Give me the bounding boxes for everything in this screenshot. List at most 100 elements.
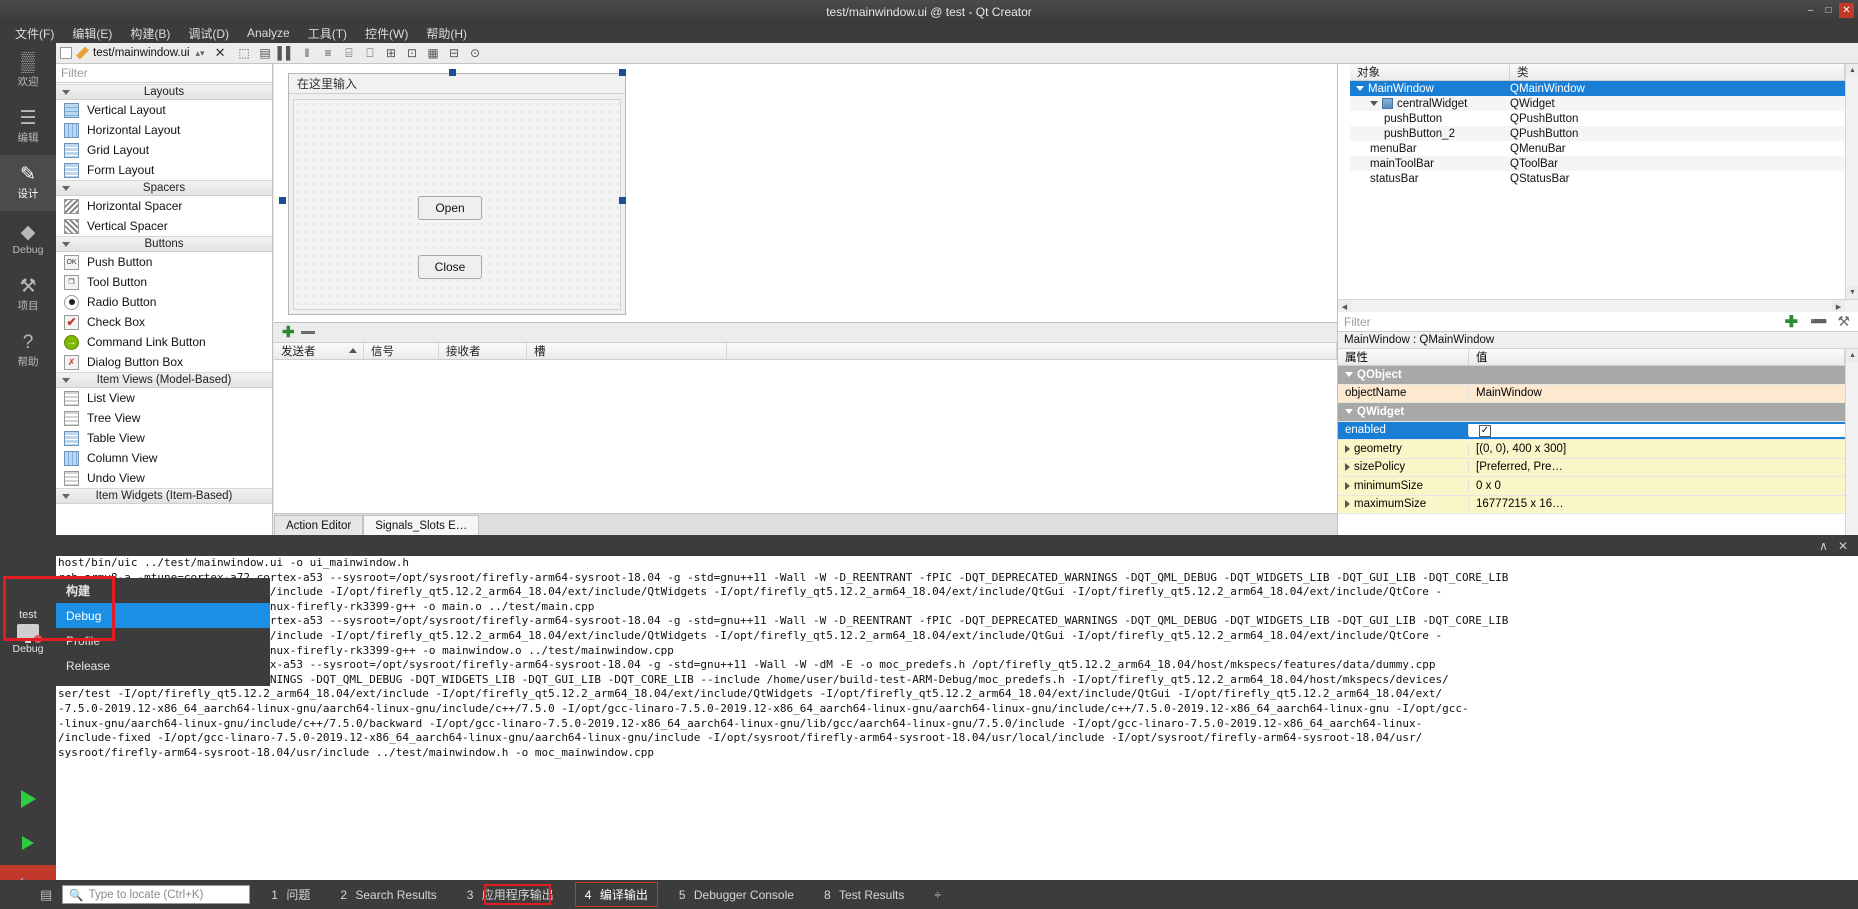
- designer-tool-0-icon[interactable]: ⬚: [234, 45, 253, 62]
- widget-group-2[interactable]: Buttons: [56, 236, 272, 252]
- designer-tool-9-icon[interactable]: ▦: [423, 45, 442, 62]
- object-tree-row-pushButton[interactable]: pushButton QPushButton: [1350, 111, 1845, 126]
- widget-group-1[interactable]: Spacers: [56, 180, 272, 196]
- mode-Debug[interactable]: ◆ Debug: [0, 211, 56, 267]
- chevron-right-icon[interactable]: [1345, 445, 1350, 453]
- remove-connection-icon[interactable]: [301, 331, 315, 334]
- property-scroll-up-arrow[interactable]: ▲: [1846, 349, 1858, 362]
- property-value[interactable]: 0 x 0: [1476, 480, 1501, 492]
- form-design-canvas[interactable]: 在这里输入 Open Close: [274, 64, 1337, 322]
- widget-group-3[interactable]: Item Views (Model-Based): [56, 372, 272, 388]
- kit-target-selector[interactable]: test Debug: [0, 578, 56, 686]
- chevron-right-icon[interactable]: [1345, 500, 1350, 508]
- menu-item-5[interactable]: 工具(T): [299, 23, 356, 44]
- chevron-right-icon[interactable]: [1345, 482, 1350, 490]
- object-tree-row-MainWindow[interactable]: MainWindow QMainWindow: [1350, 81, 1845, 96]
- property-value[interactable]: [Preferred, Pre…: [1476, 461, 1563, 473]
- object-tree-row-centralWidget[interactable]: centralWidget QWidget: [1350, 96, 1845, 111]
- widget-item-radio-button-icon[interactable]: Radio Button: [56, 292, 272, 312]
- mode-项目[interactable]: ⚒ 项目: [0, 267, 56, 323]
- widget-item-form-layout-icon[interactable]: Form Layout: [56, 160, 272, 180]
- widget-item-tool-button-icon[interactable]: ❐ Tool Button: [56, 272, 272, 292]
- object-tree-row-statusBar[interactable]: statusBar QStatusBar: [1350, 171, 1845, 186]
- object-tree-col-class[interactable]: 类: [1510, 64, 1845, 80]
- mode-欢迎[interactable]: ▒ 欢迎: [0, 43, 56, 99]
- object-tree-hscrollbar[interactable]: ◀ ▶: [1338, 299, 1858, 312]
- property-filter-input[interactable]: Filter: [1338, 315, 1779, 329]
- designer-tool-3-icon[interactable]: ‖: [297, 45, 316, 62]
- property-row-maximumSize[interactable]: maximumSize 16777215 x 16…: [1338, 496, 1845, 515]
- designer-tool-11-icon[interactable]: ⊙: [465, 45, 484, 62]
- widget-item-table-view-icon[interactable]: Table View: [56, 428, 272, 448]
- menu-item-1[interactable]: 编辑(E): [63, 23, 121, 44]
- form-central-widget[interactable]: Open Close: [293, 99, 621, 310]
- designer-tool-4-icon[interactable]: ≡: [318, 45, 337, 62]
- chevron-right-icon[interactable]: [1345, 463, 1350, 471]
- menu-item-4[interactable]: Analyze: [238, 24, 299, 42]
- widget-item-column-view-icon[interactable]: Column View: [56, 448, 272, 468]
- build-config-list[interactable]: 构建DebugProfileRelease: [56, 578, 270, 686]
- widget-item-horizontal-spacer-icon[interactable]: Horizontal Spacer: [56, 196, 272, 216]
- object-tree-rows[interactable]: MainWindow QMainWindow centralWidget QWi…: [1350, 81, 1845, 186]
- open-file-name[interactable]: test/mainwindow.ui: [93, 47, 190, 59]
- mode-设计[interactable]: ✎ 设计: [0, 155, 56, 211]
- remove-property-icon[interactable]: ➖: [1804, 313, 1833, 330]
- signal-slot-table-body[interactable]: [274, 360, 1337, 500]
- widget-item-tree-view-icon[interactable]: Tree View: [56, 408, 272, 428]
- build-config-Release[interactable]: Release: [56, 653, 270, 678]
- main-window-form[interactable]: 在这里输入 Open Close: [288, 73, 626, 315]
- close-document-icon[interactable]: ✕: [215, 45, 226, 61]
- output-tab-Debugger Console[interactable]: 5 Debugger Console: [670, 885, 803, 905]
- object-tree-row-pushButton_2[interactable]: pushButton_2 QPushButton: [1350, 126, 1845, 141]
- property-value[interactable]: [(0, 0), 400 x 300]: [1476, 443, 1566, 455]
- property-row-sizePolicy[interactable]: sizePolicy [Preferred, Pre…: [1338, 459, 1845, 478]
- output-tab-Test Results[interactable]: 8 Test Results: [815, 885, 913, 905]
- close-button[interactable]: ✕: [1839, 3, 1854, 18]
- signal-column-3[interactable]: 槽: [527, 343, 727, 359]
- resize-handle-left[interactable]: [279, 197, 286, 204]
- signal-column-1[interactable]: 信号: [364, 343, 439, 359]
- maximize-button[interactable]: □: [1821, 3, 1836, 18]
- property-value[interactable]: MainWindow: [1476, 387, 1542, 399]
- file-dropdown-icon[interactable]: ▴▾: [196, 48, 205, 59]
- collapse-output-icon[interactable]: ∧: [1819, 539, 1828, 553]
- output-tab-Search Results[interactable]: 2 Search Results: [331, 885, 445, 905]
- output-tab-问题[interactable]: 1 问题: [262, 883, 319, 906]
- property-col-key[interactable]: 属性: [1338, 349, 1469, 365]
- widget-item-vertical-layout-icon[interactable]: Vertical Layout: [56, 100, 272, 120]
- object-tree-vscrollbar[interactable]: ▲ ▼: [1845, 64, 1858, 312]
- property-value[interactable]: 16777215 x 16…: [1476, 498, 1564, 510]
- mode-编辑[interactable]: ☰ 编辑: [0, 99, 56, 155]
- enabled-checkbox[interactable]: ✓: [1479, 425, 1491, 437]
- signal-column-2[interactable]: 接收者: [439, 343, 527, 359]
- resize-handle-top-right[interactable]: [619, 69, 626, 76]
- widget-item-vertical-spacer-icon[interactable]: Vertical Spacer: [56, 216, 272, 236]
- designer-tab-0[interactable]: Action Editor: [274, 515, 363, 535]
- property-row-objectName[interactable]: objectName MainWindow: [1338, 385, 1845, 404]
- designer-tool-2-icon[interactable]: ▌▌: [276, 45, 295, 62]
- widget-box-filter[interactable]: Filter: [56, 64, 272, 83]
- build-config-Profile[interactable]: Profile: [56, 628, 270, 653]
- widget-item-horizontal-layout-icon[interactable]: Horizontal Layout: [56, 120, 272, 140]
- designer-tool-1-icon[interactable]: ▤: [255, 45, 274, 62]
- minimize-button[interactable]: –: [1803, 3, 1818, 18]
- menu-item-2[interactable]: 构建(B): [121, 23, 179, 44]
- object-tree-col-object[interactable]: 对象: [1350, 64, 1510, 80]
- scroll-up-arrow[interactable]: ▲: [1846, 64, 1858, 77]
- widget-item-grid-layout-icon[interactable]: Grid Layout: [56, 140, 272, 160]
- split-view-icon[interactable]: [60, 47, 72, 59]
- property-row-QObject[interactable]: QObject: [1338, 366, 1845, 385]
- property-table-rows[interactable]: QObject objectName MainWindow QWidget en…: [1338, 366, 1845, 514]
- designer-tool-7-icon[interactable]: ⊞: [381, 45, 400, 62]
- designer-tool-5-icon[interactable]: ⌸: [339, 45, 358, 62]
- widget-item-undo-view-icon[interactable]: Undo View: [56, 468, 272, 488]
- build-config-Debug[interactable]: Debug: [56, 603, 270, 628]
- menu-item-7[interactable]: 帮助(H): [417, 23, 476, 44]
- widget-item-check-box-icon[interactable]: ✔ Check Box: [56, 312, 272, 332]
- locator-input[interactable]: 🔍 Type to locate (Ctrl+K): [62, 885, 250, 904]
- add-connection-icon[interactable]: ✚: [282, 326, 295, 339]
- designer-tab-1[interactable]: Signals_Slots E…: [363, 515, 479, 535]
- widget-group-0[interactable]: Layouts: [56, 84, 272, 100]
- menu-item-6[interactable]: 控件(W): [356, 23, 417, 44]
- configure-property-icon[interactable]: ⚒: [1833, 313, 1858, 330]
